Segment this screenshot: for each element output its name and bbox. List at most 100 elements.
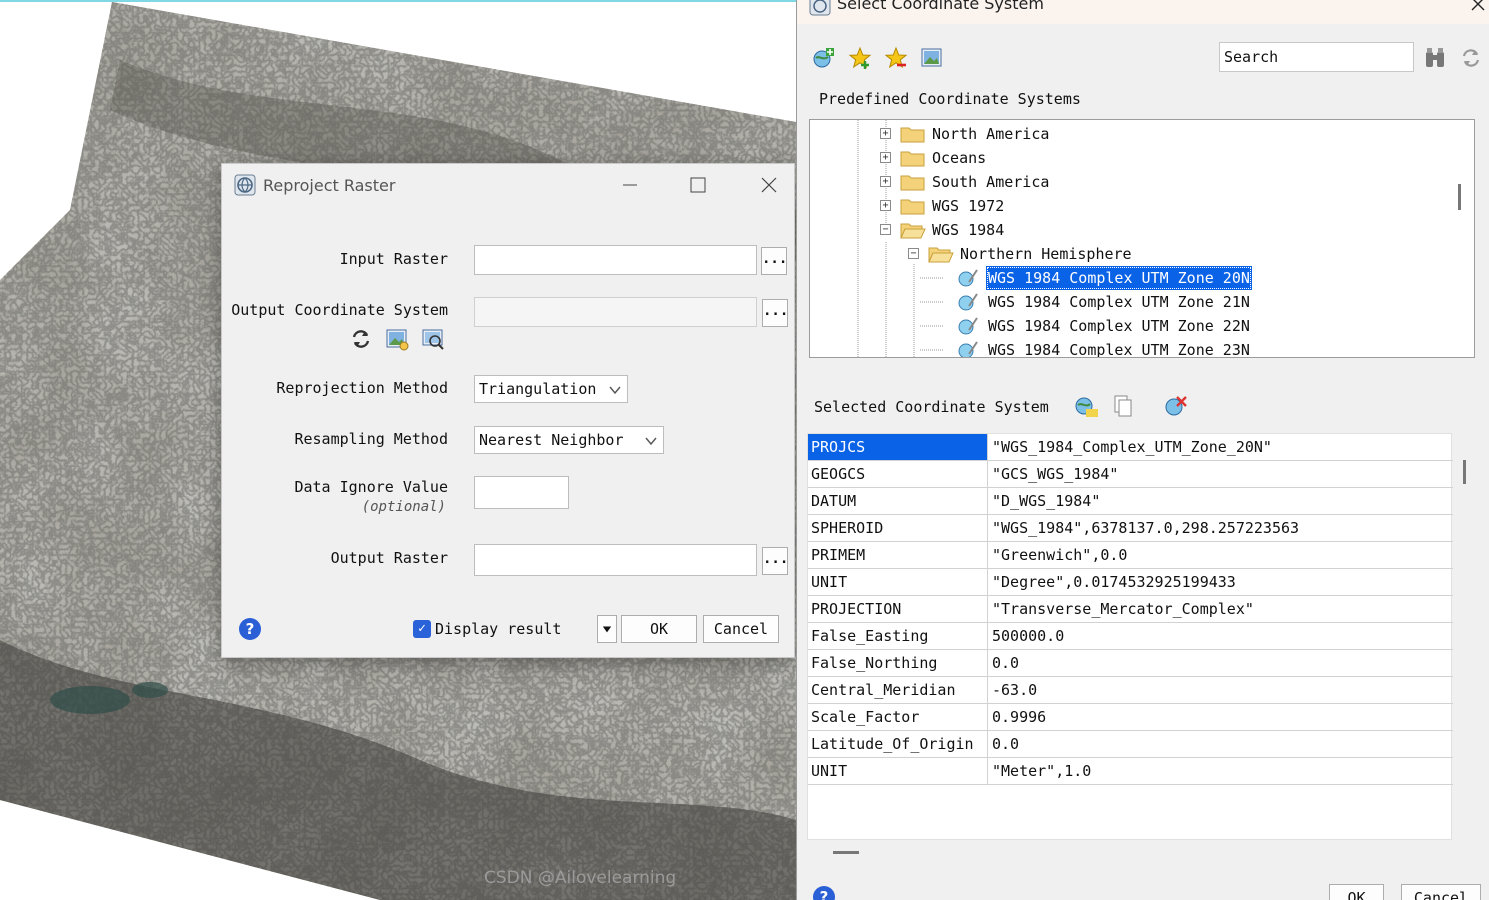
expand-icon[interactable]: + (880, 200, 891, 211)
property-key: False_Northing (808, 650, 988, 676)
ok-button[interactable]: OK (1329, 884, 1384, 900)
coordinate-system-icon (958, 293, 978, 311)
output-raster-label: Output Raster (330, 549, 448, 567)
property-key: SPHEROID (808, 515, 988, 541)
property-row[interactable]: GEOGCS "GCS_WGS_1984" (808, 461, 1453, 488)
add-cs-icon[interactable] (811, 46, 835, 70)
property-row[interactable]: Scale_Factor 0.9996 (808, 704, 1453, 731)
folder-icon (900, 127, 925, 143)
property-key: GEOGCS (808, 461, 988, 487)
folder-icon (900, 175, 925, 191)
property-key: False_Easting (808, 623, 988, 649)
splitter-handle[interactable] (833, 851, 859, 854)
output-raster-field[interactable] (474, 544, 757, 576)
display-result-checkbox[interactable]: ✓ (413, 620, 431, 638)
property-row[interactable]: False_Easting 500000.0 (808, 623, 1453, 650)
property-row[interactable]: UNIT "Degree",0.0174532925199433 (808, 569, 1453, 596)
selected-cs-title: Selected Coordinate System (814, 398, 1049, 416)
reprojection-method-label: Reprojection Method (276, 379, 448, 397)
property-row[interactable]: False_Northing 0.0 (808, 650, 1453, 677)
output-cs-browse-button[interactable]: ... (762, 299, 788, 327)
reprojection-method-select[interactable]: Triangulation (474, 375, 628, 403)
binoculars-icon[interactable] (1423, 46, 1447, 70)
property-row[interactable]: PROJECTION "Transverse_Mercator_Complex" (808, 596, 1453, 623)
resampling-method-select[interactable]: Nearest Neighbor (474, 426, 664, 454)
expand-icon[interactable]: + (880, 176, 891, 187)
output-cs-field[interactable] (474, 297, 757, 327)
maximize-button[interactable] (678, 170, 718, 200)
ok-button[interactable]: OK (621, 615, 697, 643)
app-globe-icon (234, 174, 256, 196)
property-row[interactable]: Latitude_Of_Origin 0.0 (808, 731, 1453, 758)
image-cs-icon[interactable] (385, 327, 409, 351)
expand-icon[interactable]: + (880, 128, 891, 139)
resampling-method-value: Nearest Neighbor (479, 431, 624, 449)
property-value: 500000.0 (992, 627, 1065, 645)
app-globe-icon (809, 0, 831, 16)
display-result-label: Display result (435, 620, 562, 638)
options-dropdown-button[interactable] (597, 615, 617, 643)
property-key: PROJECTION (808, 596, 988, 622)
property-row[interactable]: PROJCS "WGS_1984_Complex_UTM_Zone_20N" (808, 434, 1453, 461)
folder-icon (900, 151, 925, 167)
open-folder-icon (900, 223, 926, 239)
reprojection-method-value: Triangulation (479, 380, 597, 398)
add-favorite-icon[interactable] (848, 46, 872, 70)
property-row[interactable]: PRIMEM "Greenwich",0.0 (808, 542, 1453, 569)
property-value: "GCS_WGS_1984" (992, 465, 1119, 483)
property-value: "WGS_1984_Complex_UTM_Zone_20N" (992, 438, 1272, 456)
property-value: "Transverse_Mercator_Complex" (992, 600, 1254, 618)
property-key: UNIT (808, 569, 988, 595)
input-raster-field[interactable] (474, 245, 757, 275)
chevron-down-icon (609, 386, 621, 395)
search-input[interactable]: Search (1219, 42, 1414, 72)
coordinate-system-properties-table[interactable]: PROJCS "WGS_1984_Complex_UTM_Zone_20N" GEO… (807, 433, 1453, 840)
property-value: 0.0 (992, 735, 1020, 753)
dialog-title: Reproject Raster (263, 176, 396, 195)
help-button[interactable]: ? (239, 618, 261, 640)
optional-hint: (optional) (361, 499, 446, 515)
property-row[interactable]: UNIT "Meter",1.0 (808, 758, 1453, 785)
copy-icon[interactable] (1111, 394, 1135, 418)
refresh-icon[interactable] (349, 327, 373, 351)
cancel-button[interactable]: Cancel (703, 615, 779, 643)
input-raster-label: Input Raster (339, 250, 448, 268)
expand-icon[interactable]: + (880, 152, 891, 163)
property-key: Scale_Factor (808, 704, 988, 730)
image-cs-icon[interactable] (920, 46, 944, 70)
close-button[interactable] (1469, 0, 1487, 14)
refresh-icon[interactable] (1459, 46, 1483, 70)
remove-favorite-icon[interactable] (884, 46, 908, 70)
open-folder-icon (928, 247, 954, 263)
coordinate-system-icon (958, 341, 978, 357)
collapse-icon[interactable]: − (908, 248, 919, 259)
property-row[interactable]: DATUM "D_WGS_1984" (808, 488, 1453, 515)
data-ignore-value-label: Data Ignore Value (294, 478, 448, 496)
cancel-button[interactable]: Cancel (1401, 884, 1481, 900)
minimize-button[interactable] (610, 170, 650, 200)
predefined-cs-title: Predefined Coordinate Systems (819, 90, 1081, 108)
coordinate-system-icon (958, 317, 978, 335)
watermark-text: CSDN @Ailovelearning (484, 868, 677, 888)
select-coordinate-system-dialog: Select Coordinate System Search Predefin… (796, 0, 1489, 900)
tree-scrollbar-thumb[interactable] (1458, 184, 1461, 210)
coordinate-system-tree[interactable]: + North America + Oceans + South America… (809, 119, 1475, 358)
title-bar[interactable]: Select Coordinate System (797, 0, 1489, 24)
caret-down-icon (602, 626, 612, 633)
clear-cs-icon[interactable] (1164, 394, 1188, 418)
help-button[interactable]: ? (813, 886, 835, 900)
input-raster-browse-button[interactable]: ... (761, 247, 787, 275)
title-bar[interactable]: Reproject Raster (222, 164, 794, 208)
top-edge-line (0, 0, 796, 2)
resampling-method-label: Resampling Method (294, 430, 448, 448)
close-button[interactable] (749, 170, 789, 200)
data-ignore-value-field[interactable] (474, 476, 569, 509)
property-row[interactable]: SPHEROID "WGS_1984",6378137.0,298.2572235… (808, 515, 1453, 542)
collapse-icon[interactable]: − (880, 224, 891, 235)
property-row[interactable]: Central_Meridian -63.0 (808, 677, 1453, 704)
output-raster-browse-button[interactable]: ... (762, 547, 788, 575)
property-key: Central_Meridian (808, 677, 988, 703)
view-cs-icon[interactable] (421, 327, 445, 351)
edit-cs-icon[interactable] (1074, 394, 1098, 418)
table-scrollbar-thumb[interactable] (1463, 460, 1466, 484)
